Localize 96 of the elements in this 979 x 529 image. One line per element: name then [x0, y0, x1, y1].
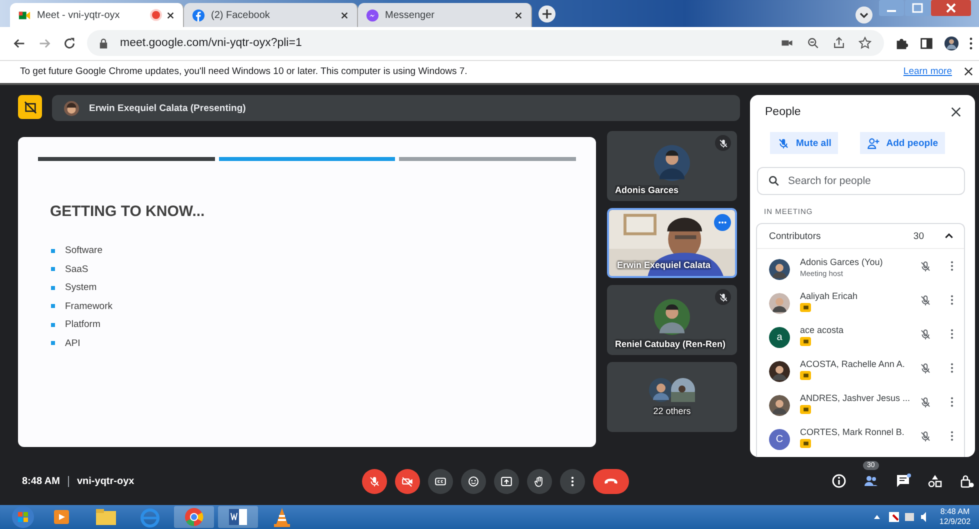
phone-hang-up-icon: [603, 476, 619, 486]
lock-icon: [99, 38, 108, 49]
learn-more-link[interactable]: Learn more: [903, 66, 952, 78]
zoom-icon[interactable]: [806, 36, 820, 50]
chat-bubble-icon: [366, 8, 379, 22]
chat-icon[interactable]: [895, 473, 911, 489]
bullet-icon: [51, 304, 55, 308]
mic-icon: [368, 474, 381, 488]
bullet-text: Framework: [65, 300, 113, 312]
camera-button[interactable]: [395, 468, 420, 494]
participant-tile[interactable]: 22 others: [607, 362, 737, 432]
more-options-icon[interactable]: [950, 362, 954, 374]
more-options-icon[interactable]: [950, 294, 954, 306]
f-logo-icon: [192, 8, 205, 22]
bullet-text: Platform: [65, 319, 100, 330]
share-icon[interactable]: [832, 36, 846, 50]
chevron-icon: [944, 231, 954, 241]
bullet-icon: [51, 341, 55, 345]
meeting-code: vni-yqtr-oyx: [76, 476, 134, 486]
sidebar-icon[interactable]: [919, 36, 934, 51]
clock-time: 8:48 AM: [940, 507, 970, 517]
meeting-time: 8:48 AM: [22, 476, 60, 486]
people-icon[interactable]: [863, 473, 879, 489]
upload-screen-icon: [500, 474, 513, 488]
close-icon[interactable]: [514, 10, 523, 20]
participant-name: Adonis Garces (You): [800, 257, 884, 267]
lock-icon[interactable]: [959, 473, 975, 489]
contributors-header[interactable]: Contributors 30: [757, 224, 964, 249]
bullet-icon: [51, 286, 55, 290]
camera-icon: [401, 474, 414, 488]
presenter-name: Erwin Exequiel Calata (Presenting): [89, 102, 246, 114]
avatar-initial: a: [769, 327, 790, 348]
dropdown-button[interactable]: [855, 6, 873, 24]
menu-icon[interactable]: [969, 36, 973, 51]
shapes-icon[interactable]: [927, 473, 943, 489]
add-person-icon: [867, 136, 880, 150]
close-icon[interactable]: [964, 67, 973, 76]
star-icon[interactable]: [858, 36, 872, 50]
more-options-icon[interactable]: [950, 430, 954, 442]
emoji-button[interactable]: [461, 468, 486, 494]
close-icon[interactable]: [166, 10, 175, 20]
address-field[interactable]: meet.google.com/vni-yqtr-oyx?pli=1: [87, 30, 884, 56]
more-options-icon[interactable]: [950, 396, 954, 408]
mic-off-icon[interactable]: [919, 260, 932, 273]
close-button[interactable]: [931, 0, 971, 16]
mic-off-icon[interactable]: [919, 294, 932, 307]
bullet-icon: [51, 248, 55, 252]
stop-presenting-icon: [24, 100, 36, 114]
reload-icon[interactable]: [62, 36, 77, 51]
close-icon[interactable]: [340, 10, 349, 20]
bullet-text: System: [65, 282, 97, 293]
browser-tab[interactable]: (2) Facebook: [184, 3, 358, 28]
add-people-button[interactable]: Add people: [860, 132, 945, 154]
mic-off-icon[interactable]: [919, 430, 932, 443]
bullet-text: Software: [65, 245, 102, 256]
more-options-icon[interactable]: [950, 260, 954, 272]
mic-off-icon[interactable]: [919, 396, 932, 409]
clock-date: 12/9/202: [939, 517, 971, 527]
present-button[interactable]: [494, 468, 519, 494]
bullet-icon: [51, 322, 55, 326]
update-message: To get future Google Chrome updates, you'll need Windows 10 or later. This computer is using Windows 7.: [20, 66, 468, 78]
leave-call-button[interactable]: [593, 468, 629, 494]
mute-all-button[interactable]: Mute all: [770, 132, 838, 154]
profile-avatar[interactable]: [944, 36, 959, 51]
more-options-icon[interactable]: [950, 328, 954, 340]
presentation-button[interactable]: [18, 95, 42, 119]
document-icon[interactable]: [218, 506, 258, 528]
browser-tab[interactable]: Meet - vni-yqtr-oyx: [10, 3, 184, 28]
participant-name: ANDRES, Jashver Jesus ...: [800, 393, 912, 403]
panel-title: People: [765, 106, 801, 118]
bullet-icon: [51, 267, 55, 271]
slide-heading: GETTING TO KNOW...: [50, 203, 206, 220]
microphone-button[interactable]: [362, 468, 387, 494]
bullet-text: API: [65, 338, 80, 348]
search-field[interactable]: Search for people: [757, 167, 965, 195]
close-icon[interactable]: [951, 107, 961, 117]
bullet-text: SaaS: [65, 264, 88, 274]
info-icon[interactable]: [831, 473, 847, 489]
more-options-button[interactable]: [560, 468, 585, 494]
mic-off-icon: [777, 136, 790, 150]
new-tab-button[interactable]: [538, 5, 556, 24]
captions-icon: [434, 474, 447, 488]
participant-name: ace acosta: [800, 325, 845, 335]
participant-name: ACOSTA, Rachelle Ann A.: [800, 359, 906, 369]
avatar-initial: C: [769, 429, 790, 450]
captions-button[interactable]: [428, 468, 453, 494]
participant-tile[interactable]: Reniel Catubay (Ren-Ren): [607, 285, 737, 355]
mic-off-icon[interactable]: [919, 362, 932, 375]
participant-name: CORTES, Mark Ronnel B.: [800, 427, 906, 437]
search-icon: [768, 175, 780, 187]
mic-off-icon[interactable]: [919, 328, 932, 341]
participant-name: Aaliyah Ericah: [800, 291, 859, 301]
raise-hand-button[interactable]: [527, 468, 552, 494]
browser-tab[interactable]: Messenger: [358, 3, 532, 28]
participant-tile[interactable]: Adonis Garces: [607, 131, 737, 201]
smiley-icon: [467, 474, 480, 488]
